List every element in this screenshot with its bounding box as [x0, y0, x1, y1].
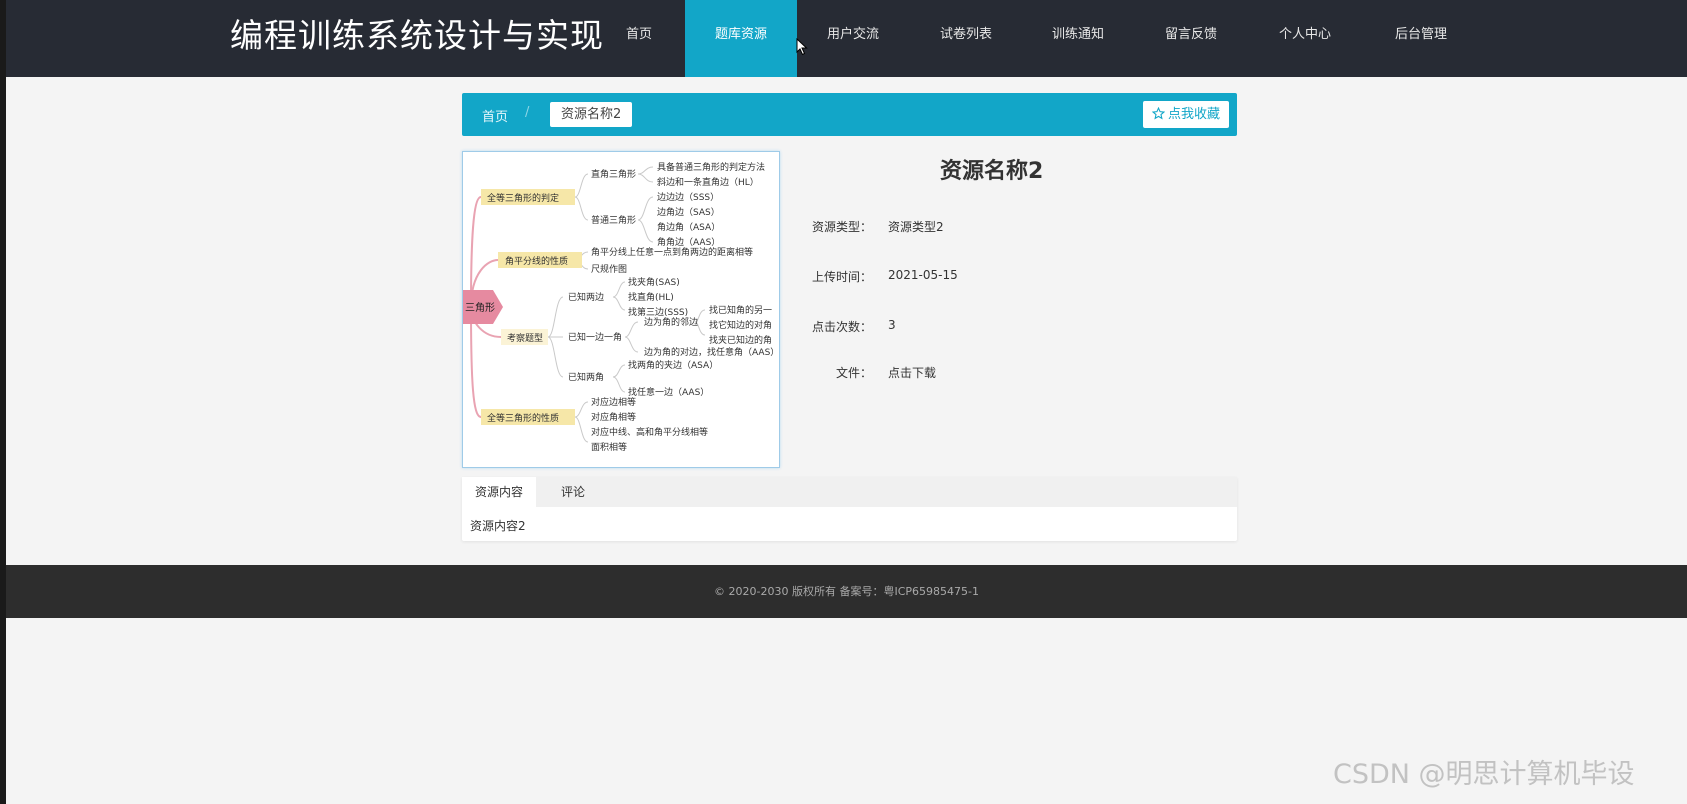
detail-label: 文件：	[835, 366, 872, 380]
mindmap-leaf: 尺规作图	[591, 263, 627, 275]
tabs-header: 资源内容 评论	[462, 477, 1237, 507]
mindmap-leaf: 找夹已知边的角	[709, 334, 772, 346]
favorite-button-label: 点我收藏	[1167, 107, 1220, 122]
breadcrumb-current: 资源名称2	[550, 102, 633, 127]
mindmap-leaf: 对应边相等	[591, 396, 636, 408]
mindmap-center: 三角形	[465, 302, 495, 314]
nav-item-admin[interactable]: 后台管理	[1365, 0, 1477, 77]
detail-label: 点击次数：	[811, 320, 872, 334]
mindmap-leaf: 边角边（SAS）	[657, 206, 720, 218]
site-title: 编程训练系统设计与实现	[230, 16, 604, 55]
mindmap-leaf: 找直角(HL)	[628, 291, 674, 303]
mindmap-node: 直角三角形	[591, 168, 636, 180]
nav-item-question-bank[interactable]: 题库资源	[685, 0, 797, 77]
detail-value: 2021-05-15	[888, 268, 958, 282]
mindmap-leaf: 找夹角(SAS)	[628, 276, 680, 288]
mindmap-node: 已知一边一角	[568, 331, 622, 343]
mindmap-leaf: 对应中线、高和角平分线相等	[591, 426, 708, 438]
mindmap-leaf: 找第三边(SSS)	[628, 306, 688, 318]
nav-item-personal-center[interactable]: 个人中心	[1249, 0, 1361, 77]
mindmap-leaf: 找已知角的另一	[709, 304, 772, 316]
tabs-panel: 资源内容 评论 资源内容2	[462, 477, 1237, 541]
mindmap-leaf: 斜边和一条直角边（HL）	[657, 176, 759, 188]
mindmap-leaf: 具备普通三角形的判定方法	[657, 161, 765, 173]
nav-item-feedback[interactable]: 留言反馈	[1135, 0, 1247, 77]
mindmap-node: 已知两边	[568, 291, 604, 303]
site-header: 编程训练系统设计与实现 首页 题库资源 用户交流 试卷列表 训练通知 留言反馈 …	[6, 0, 1687, 77]
resource-title: 资源名称2	[940, 159, 1044, 184]
mindmap-leaf: 找任意一边（AAS）	[628, 386, 709, 398]
star-icon	[1151, 106, 1166, 120]
footer-copyright: © 2020-2030 版权所有 备案号：粤ICP65985475-1	[714, 585, 979, 598]
mindmap-leaf: 角角边（AAS）	[657, 236, 720, 248]
detail-label: 上传时间：	[811, 270, 872, 284]
mindmap-leaf: 边为角的对边，找任意角（AAS）	[644, 346, 779, 358]
mindmap-leaf: 对应角相等	[591, 411, 636, 423]
download-link[interactable]: 点击下载	[888, 364, 936, 381]
nav-item-training-notice[interactable]: 训练通知	[1022, 0, 1134, 77]
detail-value: 3	[888, 318, 896, 332]
tab-content-text: 资源内容2	[470, 519, 526, 533]
mindmap-branch: 全等三角形的判定	[487, 192, 559, 204]
mindmap-branch: 全等三角形的性质	[487, 412, 559, 424]
favorite-button[interactable]: 点我收藏	[1142, 101, 1229, 128]
mindmap-leaf: 找它知边的对角	[709, 319, 772, 331]
mouse-cursor-icon	[796, 38, 808, 56]
tab-resource-content[interactable]: 资源内容	[462, 477, 536, 507]
detail-label: 资源类型：	[811, 220, 872, 234]
breadcrumb-home-link[interactable]: 首页	[482, 106, 508, 125]
mindmap-branch: 角平分线的性质	[505, 255, 568, 267]
resource-image: 三角形 全等三角形的判定 角平分线的性质 考察题型 全等三角形的性质 直角三角形…	[462, 151, 780, 468]
nav-item-exam-list[interactable]: 试卷列表	[910, 0, 1022, 77]
mindmap-leaf: 面积相等	[591, 441, 627, 453]
mindmap-leaf: 角平分线上任意一点到角两边的距离相等	[591, 246, 753, 258]
mindmap-leaf: 边边边（SSS）	[657, 192, 719, 203]
site-footer: © 2020-2030 版权所有 备案号：粤ICP65985475-1	[6, 565, 1687, 618]
nav-item-user-exchange[interactable]: 用户交流	[797, 0, 909, 77]
mindmap-image: 三角形 全等三角形的判定 角平分线的性质 考察题型 全等三角形的性质 直角三角形…	[463, 161, 779, 453]
mindmap-node: 已知两角	[568, 371, 604, 383]
csdn-watermark: CSDN @明思计算机毕设	[1333, 759, 1635, 790]
breadcrumb-bar: 首页 / 资源名称2 点我收藏	[462, 93, 1237, 136]
mindmap-leaf: 找两角的夹边（ASA）	[628, 359, 718, 371]
mindmap-leaf: 角边角（ASA）	[657, 221, 720, 233]
nav-item-home[interactable]: 首页	[583, 0, 695, 77]
tab-comments[interactable]: 评论	[536, 477, 610, 507]
left-edge-strip	[0, 0, 6, 804]
breadcrumb-separator: /	[525, 105, 530, 120]
mindmap-branch: 考察题型	[507, 332, 543, 344]
mindmap-node: 普通三角形	[591, 214, 636, 226]
detail-value: 资源类型2	[888, 220, 944, 234]
